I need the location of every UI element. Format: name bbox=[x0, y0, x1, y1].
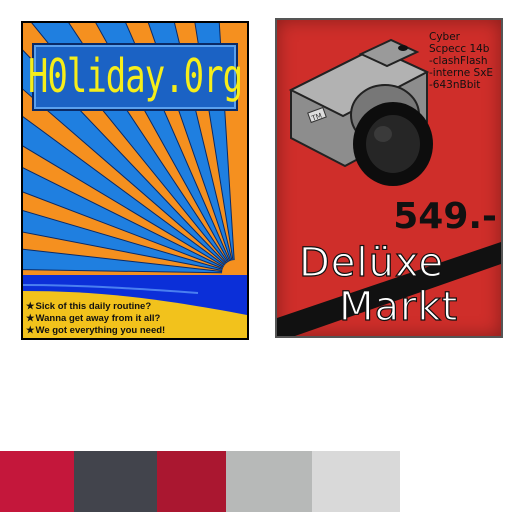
brand-name-line1: Delüxe bbox=[298, 239, 444, 286]
spec-item: Cyber bbox=[429, 31, 460, 43]
lens-highlight bbox=[374, 126, 392, 142]
site-title-banner: H0liday.0rg bbox=[28, 43, 243, 111]
holiday-poster: H0liday.0rg ★Sick of this daily routine?… bbox=[21, 21, 249, 340]
price-tag: 549.- bbox=[393, 196, 497, 237]
palette-swatch bbox=[157, 451, 226, 512]
color-palette bbox=[0, 451, 400, 512]
brand-name-line2: Markt bbox=[338, 283, 459, 330]
star-bullet-icon: ★ bbox=[26, 325, 35, 336]
shutter-button-icon bbox=[398, 45, 408, 51]
camera-ad-poster: TM Cyber Scpecc 14b -clashFlash -interne… bbox=[275, 18, 503, 338]
palette-swatch bbox=[312, 451, 400, 512]
slogan-item: ★Wanna get away from it all? bbox=[26, 313, 161, 324]
star-bullet-icon: ★ bbox=[26, 301, 35, 312]
spec-item: -clashFlash bbox=[429, 55, 488, 67]
palette-swatch bbox=[0, 451, 74, 512]
slogan-list: ★Sick of this daily routine? ★Wanna get … bbox=[26, 301, 246, 337]
spec-list: Cyber Scpecc 14b -clashFlash -interne Sx… bbox=[429, 31, 493, 91]
lens-glass bbox=[366, 115, 420, 173]
slogan-item: ★We got everything you need! bbox=[26, 325, 166, 336]
palette-swatch bbox=[226, 451, 312, 512]
spec-item: -interne SxE bbox=[429, 67, 494, 79]
spec-item: -643nBbit bbox=[429, 79, 481, 91]
star-bullet-icon: ★ bbox=[26, 313, 35, 324]
slogan-item: ★Sick of this daily routine? bbox=[26, 301, 152, 312]
site-title: H0liday.0rg bbox=[27, 50, 243, 104]
spec-item: Scpecc 14b bbox=[429, 43, 490, 55]
palette-swatch bbox=[74, 451, 157, 512]
